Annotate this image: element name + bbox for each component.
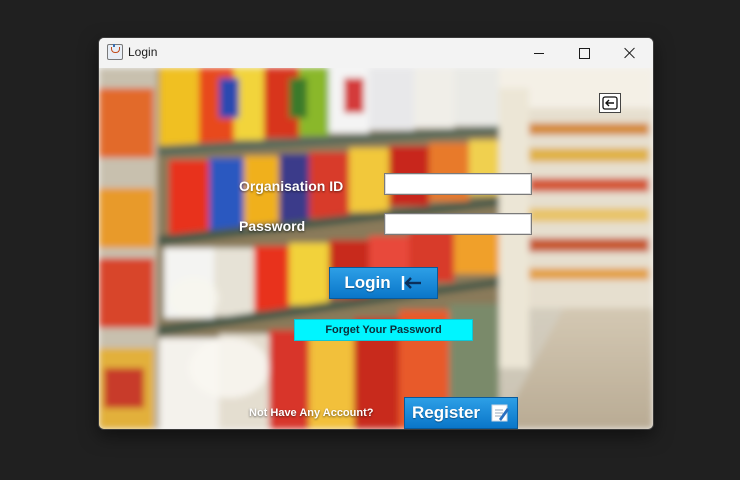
password-label: Password xyxy=(239,218,306,234)
login-panel: Organisation ID Password Login Forget Yo… xyxy=(99,68,653,429)
login-arrow-icon xyxy=(401,276,421,290)
register-button-label: Register xyxy=(411,403,481,422)
minimize-icon xyxy=(534,52,544,54)
close-button[interactable] xyxy=(607,38,653,68)
window-title: Login xyxy=(128,45,158,59)
organisation-id-label: Organisation ID xyxy=(239,178,344,194)
minimize-button[interactable] xyxy=(516,38,562,68)
password-input[interactable] xyxy=(384,213,532,235)
no-account-label: Not Have Any Account? xyxy=(249,407,374,419)
forgot-password-label: Forget Your Password xyxy=(325,324,442,336)
login-window: Login Organisation ID Password Login For… xyxy=(98,37,654,430)
login-button[interactable]: Login xyxy=(329,267,438,299)
maximize-icon xyxy=(578,47,590,59)
exit-icon xyxy=(602,96,618,110)
maximize-button[interactable] xyxy=(561,38,607,68)
register-button[interactable]: Register xyxy=(404,397,518,429)
close-icon xyxy=(624,47,636,59)
forgot-password-button[interactable]: Forget Your Password xyxy=(294,319,473,341)
login-button-label: Login xyxy=(344,273,391,292)
exit-button[interactable] xyxy=(599,93,621,113)
organisation-id-input[interactable] xyxy=(384,173,532,195)
register-notepad-icon xyxy=(491,404,510,422)
title-bar[interactable]: Login xyxy=(99,38,653,68)
java-cup-icon xyxy=(107,44,123,60)
supermarket-background-image xyxy=(99,68,653,429)
